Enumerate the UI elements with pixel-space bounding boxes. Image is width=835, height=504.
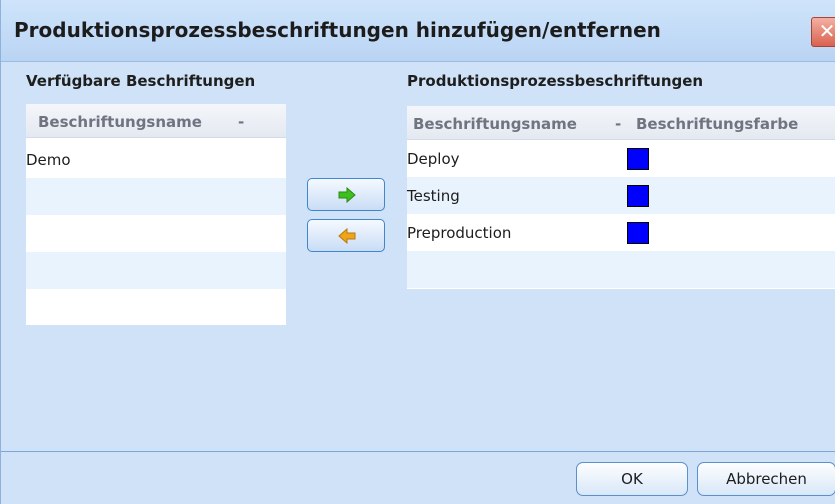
- arrow-left-icon: [338, 228, 356, 244]
- available-list-header: Beschriftungsname -: [26, 104, 286, 138]
- table-row[interactable]: Preproduction: [407, 214, 835, 251]
- close-button[interactable]: ✕: [811, 17, 835, 47]
- label-color-swatch[interactable]: [627, 222, 649, 244]
- dialog: Produktionsprozessbeschriftungen hinzufü…: [0, 0, 835, 504]
- sort-indicator[interactable]: -: [615, 115, 621, 133]
- empty-row: [26, 215, 286, 252]
- label-name-cell: Deploy: [407, 150, 460, 168]
- table-row[interactable]: Deploy: [407, 140, 835, 177]
- available-labels-heading: Verfügbare Beschriftungen: [26, 72, 256, 90]
- empty-row: [26, 289, 286, 326]
- remove-label-button[interactable]: [307, 219, 385, 252]
- close-icon: ✕: [818, 19, 835, 43]
- table-row[interactable]: Testing: [407, 177, 835, 214]
- process-list-header: Beschriftungsname - Beschriftungsfarbe: [407, 106, 835, 140]
- label-color-swatch[interactable]: [627, 185, 649, 207]
- column-header-label-color[interactable]: Beschriftungsfarbe: [636, 115, 798, 133]
- sort-indicator[interactable]: -: [238, 113, 244, 131]
- label-name-cell: Preproduction: [407, 224, 512, 242]
- arrow-right-icon: [338, 187, 356, 203]
- label-color-swatch[interactable]: [627, 148, 649, 170]
- process-labels-list[interactable]: Beschriftungsname - Beschriftungsfarbe D…: [407, 106, 835, 289]
- dialog-title: Produktionsprozessbeschriftungen hinzufü…: [14, 18, 661, 42]
- process-labels-heading: Produktionsprozessbeschriftungen: [407, 72, 704, 90]
- label-name-cell: Testing: [407, 187, 460, 205]
- list-item[interactable]: Demo: [26, 141, 286, 178]
- ok-button[interactable]: OK: [576, 462, 688, 496]
- label-name-cell: Demo: [26, 151, 71, 169]
- column-header-label-name[interactable]: Beschriftungsname: [413, 115, 577, 133]
- add-label-button[interactable]: [307, 178, 385, 211]
- column-header-label-name[interactable]: Beschriftungsname: [38, 113, 202, 131]
- cancel-button[interactable]: Abbrechen: [697, 462, 835, 496]
- available-labels-list[interactable]: Beschriftungsname - Demo: [26, 104, 286, 325]
- empty-row: [26, 252, 286, 289]
- empty-row: [26, 178, 286, 215]
- title-bar: Produktionsprozessbeschriftungen hinzufü…: [1, 0, 835, 62]
- empty-row: [407, 251, 835, 288]
